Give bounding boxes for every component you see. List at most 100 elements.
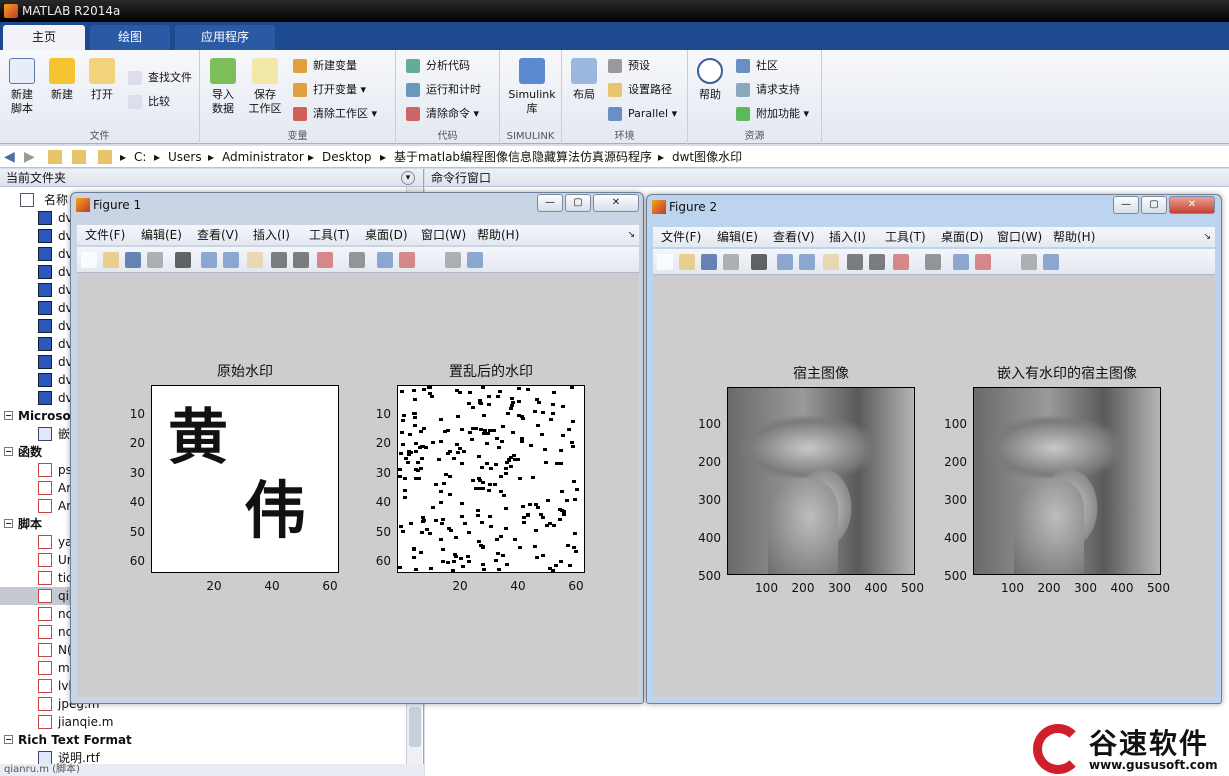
collapse-toggle-icon[interactable]: − [4,519,13,528]
preferences-button[interactable]: 预设 [608,56,650,76]
legend-icon[interactable] [399,252,415,268]
legend-icon[interactable] [975,254,991,270]
figure-menu-item[interactable]: 查看(V) [773,227,815,247]
open-button[interactable]: 打开 [82,58,122,102]
new-button[interactable]: 新建 [42,58,82,102]
maximize-button[interactable]: ▢ [565,194,591,212]
minimize-button[interactable]: — [537,194,563,212]
print-icon[interactable] [147,252,163,268]
help-button[interactable]: 帮助 [690,58,730,102]
community-button[interactable]: 社区 [736,56,778,76]
figure-2-window[interactable]: Figure 2 — ▢ ✕ 文件(F) 编辑(E) 查看(V) 插入(I) 工具(T)… [646,194,1222,704]
link-icon[interactable] [349,252,365,268]
browse-folder-icon[interactable] [72,150,86,164]
dock-arrow-icon[interactable]: ↘ [627,225,635,245]
link-icon[interactable] [925,254,941,270]
simulink-library-button[interactable]: Simulink 库 [504,58,560,116]
figure-menu-item[interactable]: 窗口(W) [997,227,1042,247]
print-icon[interactable] [723,254,739,270]
zoom-out-icon[interactable] [223,252,239,268]
address-bar[interactable]: ◀ ▶ ▸ C: ▸ Users ▸ Administrator ▸ Deskt… [0,146,1229,168]
clear-workspace-button[interactable]: 清除工作区 ▾ [293,104,377,124]
hide-plot-tools-icon[interactable] [1021,254,1037,270]
breadcrumb-segment[interactable]: Desktop [322,146,372,168]
data-cursor-icon[interactable] [293,252,309,268]
addons-button[interactable]: 附加功能 ▾ [736,104,809,124]
scrollbar-thumb[interactable] [409,707,421,747]
layout-button[interactable]: 布局 [564,58,604,102]
figure-1-window[interactable]: Figure 1 — ▢ ✕ 文件(F) 编辑(E) 查看(V) 插入(I) 工具(T)… [70,192,644,704]
figure-menu-item[interactable]: 工具(T) [885,227,926,247]
file-list-item[interactable]: jianqie.m [0,713,406,731]
colorbar-icon[interactable] [953,254,969,270]
save-workspace-button[interactable]: 保存 工作区 [245,58,285,116]
pan-icon[interactable] [823,254,839,270]
hide-plot-tools-icon[interactable] [445,252,461,268]
breadcrumb-segment[interactable]: Users [168,146,202,168]
colorbar-icon[interactable] [377,252,393,268]
analyze-code-button[interactable]: 分析代码 [406,56,470,76]
save-icon[interactable] [701,254,717,270]
show-plot-tools-icon[interactable] [1043,254,1059,270]
breadcrumb-segment[interactable]: 基于matlab编程图像信息隐藏算法仿真源码程序 [394,146,652,168]
zoom-in-icon[interactable] [201,252,217,268]
run-and-time-button[interactable]: 运行和计时 [406,80,481,100]
breadcrumb-segment[interactable]: dwt图像水印 [672,146,742,168]
pan-icon[interactable] [247,252,263,268]
rotate-icon[interactable] [271,252,287,268]
show-plot-tools-icon[interactable] [467,252,483,268]
breadcrumb-segment[interactable]: C: [134,146,146,168]
close-button[interactable]: ✕ [1169,196,1215,214]
figure-menu-item[interactable]: 文件(F) [661,227,701,247]
forward-arrow-icon[interactable]: ▶ [24,150,38,164]
pointer-icon[interactable] [751,254,767,270]
parallel-button[interactable]: Parallel ▾ [608,104,677,124]
compare-button[interactable]: 比较 [128,92,170,112]
figure-menu-item[interactable]: 桌面(D) [941,227,984,247]
figure-menu-item[interactable]: 编辑(E) [141,225,182,245]
brush-icon[interactable] [317,252,333,268]
figure-menu-item[interactable]: 查看(V) [197,225,239,245]
breadcrumb-segment[interactable]: Administrator [222,146,304,168]
import-data-button[interactable]: 导入 数据 [203,58,243,116]
new-figure-icon[interactable] [81,252,97,268]
zoom-in-icon[interactable] [777,254,793,270]
figure-menu-item[interactable]: 插入(I) [829,227,866,247]
tab-apps[interactable]: 应用程序 [175,25,275,50]
figure-menu-item[interactable]: 工具(T) [309,225,350,245]
data-cursor-icon[interactable] [869,254,885,270]
up-folder-icon[interactable] [48,150,62,164]
close-button[interactable]: ✕ [593,194,639,212]
open-variable-button[interactable]: 打开变量 ▾ [293,80,366,100]
rotate-icon[interactable] [847,254,863,270]
new-figure-icon[interactable] [657,254,673,270]
open-file-icon[interactable] [103,252,119,268]
figure-menu-item[interactable]: 桌面(D) [365,225,408,245]
collapse-toggle-icon[interactable]: − [4,447,13,456]
dock-arrow-icon[interactable]: ↘ [1203,227,1211,247]
file-group-header[interactable]: − Rich Text Format [0,731,406,749]
zoom-out-icon[interactable] [799,254,815,270]
open-file-icon[interactable] [679,254,695,270]
set-path-button[interactable]: 设置路径 [608,80,672,100]
maximize-button[interactable]: ▢ [1141,196,1167,214]
brush-icon[interactable] [893,254,909,270]
figure-menu-item[interactable]: 文件(F) [85,225,125,245]
new-variable-button[interactable]: 新建变量 [293,56,357,76]
figure-menu-item[interactable]: 插入(I) [253,225,290,245]
pane-menu-icon[interactable]: ▾ [401,171,415,185]
request-support-button[interactable]: 请求支持 [736,80,800,100]
figure-menu-item[interactable]: 帮助(H) [1053,227,1095,247]
minimize-button[interactable]: — [1113,196,1139,214]
find-files-button[interactable]: 查找文件 [128,68,192,88]
figure-menu-item[interactable]: 帮助(H) [477,225,519,245]
tab-home[interactable]: 主页 [3,25,85,50]
figure-menu-item[interactable]: 编辑(E) [717,227,758,247]
back-arrow-icon[interactable]: ◀ [4,150,18,164]
clear-commands-button[interactable]: 清除命令 ▾ [406,104,479,124]
collapse-toggle-icon[interactable]: − [4,411,13,420]
save-icon[interactable] [125,252,141,268]
collapse-toggle-icon[interactable]: − [4,735,13,744]
new-script-button[interactable]: 新建 脚本 [2,58,42,116]
figure-menu-item[interactable]: 窗口(W) [421,225,466,245]
